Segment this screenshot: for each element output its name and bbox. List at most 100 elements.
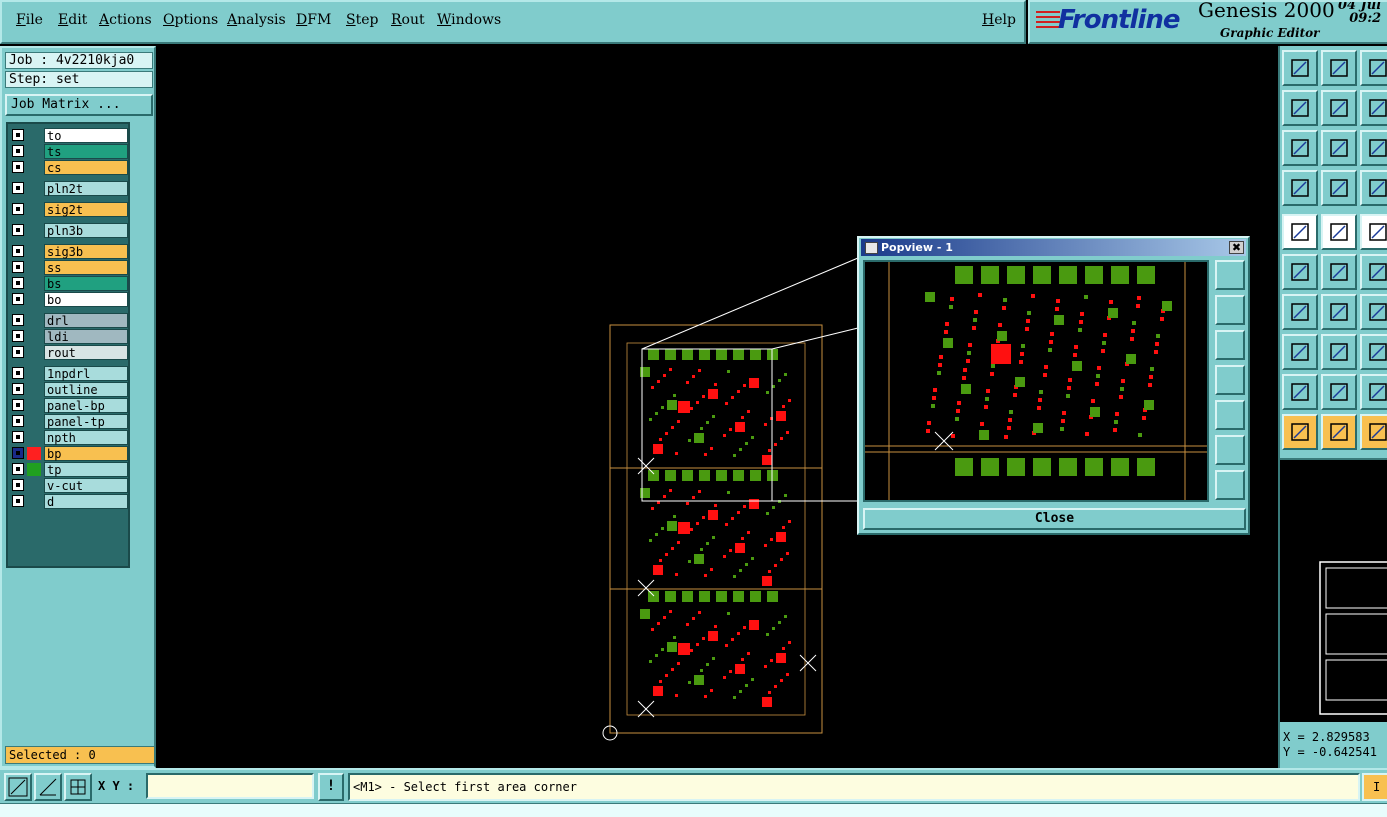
- layer-row-panel-tp[interactable]: panel-tp: [10, 414, 128, 429]
- job-matrix-button[interactable]: Job Matrix ...: [5, 94, 153, 116]
- menu-file[interactable]: File: [16, 12, 43, 28]
- layer-checkbox[interactable]: [12, 383, 24, 395]
- grid-icon[interactable]: [64, 773, 92, 801]
- line-icon[interactable]: [1321, 170, 1357, 206]
- snap-icon[interactable]: [1360, 374, 1387, 410]
- overview-map[interactable]: [1280, 458, 1387, 722]
- layer-checkbox[interactable]: [12, 367, 24, 379]
- layer-row-pln3b[interactable]: pln3b: [10, 223, 128, 238]
- fit-icon[interactable]: [1321, 90, 1357, 126]
- layer-checkbox[interactable]: [12, 129, 24, 141]
- grid-icon[interactable]: [1321, 130, 1357, 166]
- delete-icon[interactable]: [1360, 214, 1387, 250]
- popview-titlebar[interactable]: Popview - 1 ✖: [861, 239, 1246, 256]
- layer-row-to[interactable]: to: [10, 128, 128, 143]
- layer-checkbox[interactable]: [12, 431, 24, 443]
- zoom-in-icon[interactable]: [1215, 435, 1245, 465]
- layer-checkbox[interactable]: [12, 277, 24, 289]
- pan-icon[interactable]: [1360, 334, 1387, 370]
- layer-row-outline[interactable]: outline: [10, 382, 128, 397]
- home-icon[interactable]: [1282, 50, 1318, 86]
- move-icon[interactable]: [1282, 214, 1318, 250]
- command-button[interactable]: !: [318, 773, 344, 801]
- zoom-fit-icon[interactable]: [1215, 470, 1245, 500]
- layer-row-v-cut[interactable]: v-cut: [10, 478, 128, 493]
- pan-down-icon[interactable]: [1215, 330, 1245, 360]
- layer-row-panel-bp[interactable]: panel-bp: [10, 398, 128, 413]
- fit-icon[interactable]: [1282, 374, 1318, 410]
- layer-checkbox[interactable]: [12, 182, 24, 194]
- text-icon[interactable]: [1282, 294, 1318, 330]
- arc-icon[interactable]: [1360, 170, 1387, 206]
- xy-input[interactable]: [146, 773, 314, 799]
- copy-icon[interactable]: [1321, 214, 1357, 250]
- surface-icon[interactable]: [1360, 254, 1387, 290]
- menu-help[interactable]: Help: [982, 12, 1016, 28]
- menu-edit[interactable]: Edit: [58, 12, 87, 28]
- layer-row-cs[interactable]: cs: [10, 160, 128, 175]
- info-button[interactable]: I: [1362, 773, 1387, 801]
- menu-windows[interactable]: Windows: [437, 12, 501, 28]
- layer-row-rout[interactable]: rout: [10, 345, 128, 360]
- layer-checkbox[interactable]: [12, 145, 24, 157]
- home-icon[interactable]: [1360, 294, 1387, 330]
- pan-right-icon[interactable]: [1215, 400, 1245, 430]
- layer-row-1npdrl[interactable]: 1npdrl: [10, 366, 128, 381]
- snap-icon[interactable]: [34, 773, 62, 801]
- layer-checkbox[interactable]: [12, 261, 24, 273]
- select-icon[interactable]: [1282, 170, 1318, 206]
- select-icon[interactable]: [1360, 414, 1387, 450]
- redraw-icon[interactable]: [1360, 90, 1387, 126]
- layer-row-drl[interactable]: drl: [10, 313, 128, 328]
- measure-icon[interactable]: [4, 773, 32, 801]
- layer-row-ldi[interactable]: ldi: [10, 329, 128, 344]
- layer-checkbox[interactable]: [12, 415, 24, 427]
- layer-row-d[interactable]: d: [10, 494, 128, 509]
- close-icon[interactable]: ✖: [1229, 241, 1244, 254]
- layer-checkbox[interactable]: [12, 293, 24, 305]
- pan-icon[interactable]: [1282, 90, 1318, 126]
- menu-step[interactable]: Step: [346, 12, 378, 28]
- menu-rout[interactable]: Rout: [391, 12, 425, 28]
- snap-icon[interactable]: [1282, 130, 1318, 166]
- popview-canvas[interactable]: [863, 260, 1209, 502]
- layer-checkbox[interactable]: [12, 463, 24, 475]
- layer-checkbox[interactable]: [12, 479, 24, 491]
- zoom-in-icon[interactable]: [1321, 50, 1357, 86]
- layer-row-pln2t[interactable]: pln2t: [10, 181, 128, 196]
- layer-checkbox[interactable]: [12, 447, 24, 459]
- menu-options[interactable]: Options: [163, 12, 218, 28]
- rotate-icon[interactable]: [1282, 254, 1318, 290]
- layer-row-ts[interactable]: ts: [10, 144, 128, 159]
- layer-checkbox[interactable]: [12, 314, 24, 326]
- cursor-icon[interactable]: [1321, 294, 1357, 330]
- pan-left-icon[interactable]: [1215, 365, 1245, 395]
- pad-icon[interactable]: [1321, 254, 1357, 290]
- layer-checkbox[interactable]: [12, 203, 24, 215]
- pan-up-icon[interactable]: [1215, 295, 1245, 325]
- zoom-out-icon[interactable]: [1360, 50, 1387, 86]
- layer-row-bs[interactable]: bs: [10, 276, 128, 291]
- redraw-icon[interactable]: [1321, 374, 1357, 410]
- layer-row-npth[interactable]: npth: [10, 430, 128, 445]
- layer-row-sig2t[interactable]: sig2t: [10, 202, 128, 217]
- zoom-window-icon[interactable]: [1215, 260, 1245, 290]
- grid-icon[interactable]: [1282, 414, 1318, 450]
- zoom-out-icon[interactable]: [1321, 334, 1357, 370]
- measure-icon[interactable]: [1321, 414, 1357, 450]
- layer-row-sig3b[interactable]: sig3b: [10, 244, 128, 259]
- layer-checkbox[interactable]: [12, 330, 24, 342]
- menu-dfm[interactable]: DFM: [296, 12, 331, 28]
- layer-checkbox[interactable]: [12, 224, 24, 236]
- layer-checkbox[interactable]: [12, 245, 24, 257]
- layer-checkbox[interactable]: [12, 399, 24, 411]
- layer-row-bo[interactable]: bo: [10, 292, 128, 307]
- layer-row-tp[interactable]: tp: [10, 462, 128, 477]
- layer-row-ss[interactable]: ss: [10, 260, 128, 275]
- layer-checkbox[interactable]: [12, 346, 24, 358]
- layer-checkbox[interactable]: [12, 495, 24, 507]
- popview-close-button[interactable]: Close: [863, 508, 1246, 530]
- layer-row-bp[interactable]: bp: [10, 446, 128, 461]
- zoom-in-icon[interactable]: [1282, 334, 1318, 370]
- layer-checkbox[interactable]: [12, 161, 24, 173]
